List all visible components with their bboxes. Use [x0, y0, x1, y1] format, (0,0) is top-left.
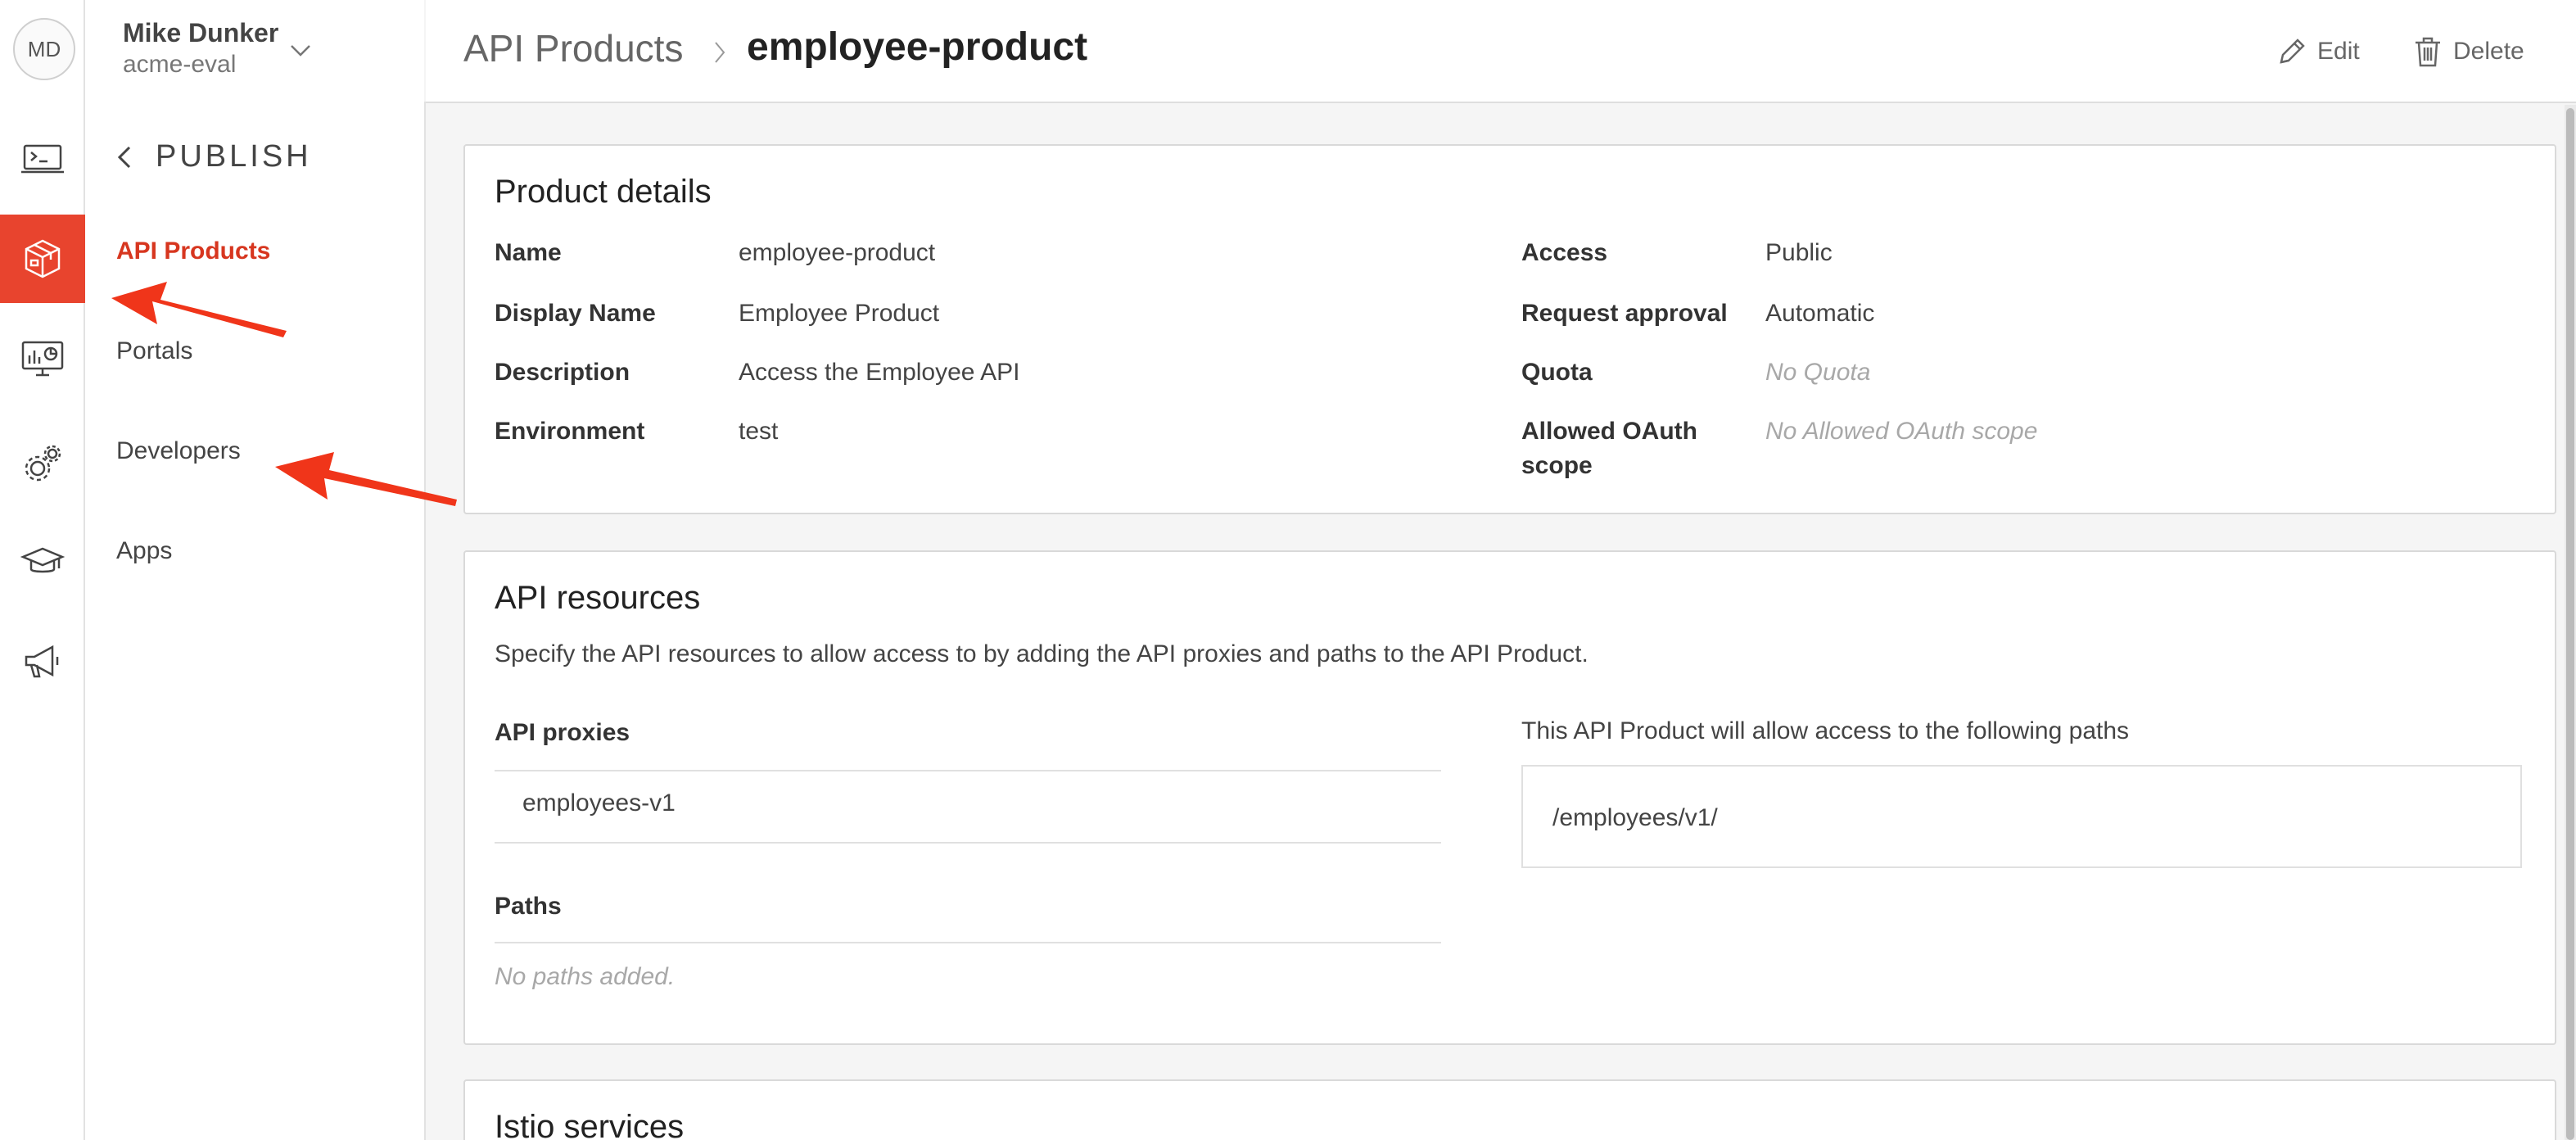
- api-resources-card: API resources Specify the API resources …: [463, 550, 2556, 1045]
- allowed-paths-label: This API Product will allow access to th…: [1521, 717, 2130, 744]
- detail-label-quota: Quota: [1521, 359, 1593, 386]
- istio-services-card: Istio services: [463, 1079, 2556, 1140]
- monitor-chart-icon: [21, 341, 64, 377]
- subnav-item-apps[interactable]: Apps: [116, 537, 172, 565]
- detail-label-environment: Environment: [495, 418, 645, 445]
- avatar-initials: MD: [27, 36, 61, 61]
- api-proxy-item[interactable]: employees-v1: [522, 789, 676, 817]
- detail-value-environment: test: [739, 418, 779, 445]
- detail-value-oauth-scope: No Allowed OAuth scope: [1765, 418, 2038, 445]
- detail-label-oauth-scope: Allowed OAuth scope: [1521, 418, 1697, 479]
- istio-services-title: Istio services: [495, 1109, 685, 1140]
- user-menu[interactable]: Mike Dunker acme-eval: [85, 0, 424, 102]
- rail-admin-button[interactable]: [0, 419, 85, 508]
- detail-value-description: Access the Employee API: [739, 359, 1020, 386]
- api-resources-title: API resources: [495, 580, 701, 616]
- subnav-item-portals[interactable]: Portals: [116, 337, 192, 365]
- detail-value-display-name: Employee Product: [739, 300, 940, 327]
- edit-button[interactable]: Edit: [2275, 34, 2360, 69]
- page-title: employee-product: [747, 25, 1088, 69]
- api-proxies-label: API proxies: [495, 719, 630, 746]
- terminal-icon: [21, 144, 64, 174]
- paths-empty-text: No paths added.: [495, 963, 676, 990]
- detail-value-request-approval: Automatic: [1765, 300, 1875, 327]
- publish-subnav: PUBLISH API Products Portals Developers …: [85, 102, 426, 1140]
- pencil-icon: [2280, 38, 2305, 64]
- back-chevron-icon[interactable]: [113, 141, 138, 174]
- user-name: Mike Dunker: [123, 18, 279, 48]
- subnav-title: PUBLISH: [156, 139, 312, 174]
- rail-analyze-button[interactable]: [0, 314, 85, 403]
- detail-value-name: employee-product: [739, 239, 936, 266]
- org-name: acme-eval: [123, 51, 237, 78]
- rail-announcements-button[interactable]: [0, 618, 85, 706]
- subnav-item-developers[interactable]: Developers: [116, 437, 241, 465]
- chevron-right-icon: [715, 42, 725, 63]
- detail-label-request-approval: Request approval: [1521, 300, 1728, 327]
- detail-label-access: Access: [1521, 239, 1608, 266]
- chevron-down-icon[interactable]: [287, 36, 314, 64]
- paths-label: Paths: [495, 893, 562, 920]
- gears-icon: [25, 445, 61, 482]
- allowed-path-item: /employees/v1/: [1552, 804, 1718, 831]
- rail-publish-button[interactable]: [0, 215, 85, 303]
- product-details-title: Product details: [495, 174, 712, 210]
- graduation-cap-icon: [20, 547, 66, 573]
- trash-icon: [2416, 37, 2440, 67]
- detail-label-description: Description: [495, 359, 630, 386]
- divider: [495, 942, 1441, 943]
- divider: [495, 770, 1441, 771]
- delete-label: Delete: [2453, 38, 2524, 65]
- breadcrumb-root-link[interactable]: API Products: [463, 26, 683, 70]
- detail-value-quota: No Quota: [1765, 359, 1871, 386]
- scrollbar-thumb[interactable]: [2566, 108, 2574, 1140]
- api-resources-description: Specify the API resources to allow acces…: [495, 640, 1589, 667]
- page-header: API Products employee-product Edit Delet…: [426, 0, 2576, 103]
- edit-label: Edit: [2317, 38, 2360, 65]
- allowed-paths-box: /employees/v1/: [1521, 765, 2522, 868]
- divider: [495, 842, 1441, 844]
- package-icon: [25, 239, 61, 278]
- detail-label-display-name: Display Name: [495, 300, 656, 327]
- rail-learn-button[interactable]: [0, 518, 85, 606]
- detail-value-access: Public: [1765, 239, 1833, 266]
- subnav-item-api-products[interactable]: API Products: [116, 238, 270, 265]
- detail-label-name: Name: [495, 239, 562, 266]
- avatar[interactable]: MD: [13, 18, 75, 80]
- icon-rail: MD: [0, 0, 85, 1140]
- megaphone-icon: [25, 645, 59, 678]
- delete-button[interactable]: Delete: [2411, 34, 2524, 69]
- product-details-card: Product details Name employee-product Di…: [463, 144, 2556, 514]
- rail-develop-button[interactable]: [0, 115, 85, 203]
